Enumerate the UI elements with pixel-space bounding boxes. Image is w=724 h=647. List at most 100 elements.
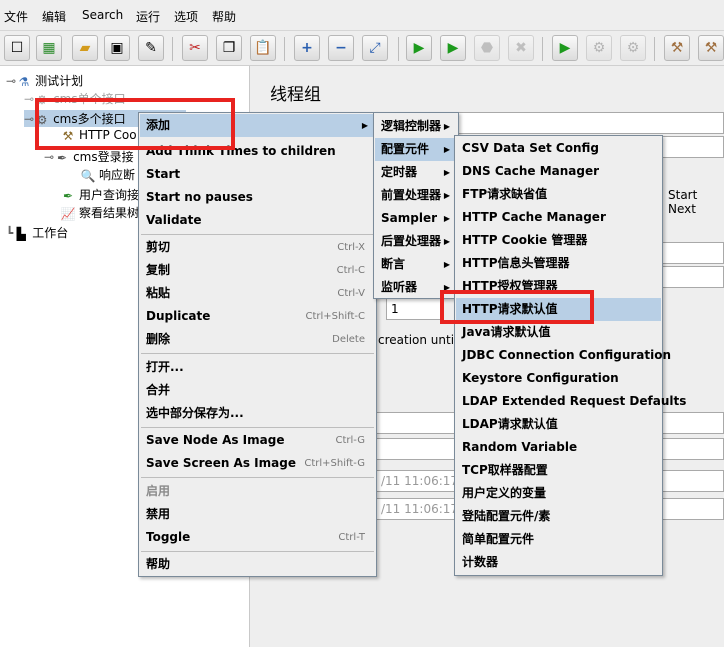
new-icon[interactable]: ☐ bbox=[4, 35, 30, 61]
menu-search[interactable]: Search bbox=[82, 8, 123, 22]
menu-item-delete[interactable]: 删除 Delete bbox=[140, 328, 375, 351]
config-item-dns-cache[interactable]: DNS Cache Manager bbox=[456, 160, 661, 183]
menu-item-help[interactable]: 帮助 bbox=[140, 553, 375, 576]
config-item-keystore[interactable]: Keystore Configuration bbox=[456, 367, 661, 390]
menu-item-start[interactable]: Start bbox=[140, 163, 375, 186]
save-icon[interactable]: ▣ bbox=[104, 35, 130, 61]
menu-item-start-no-pauses[interactable]: Start no pauses bbox=[140, 186, 375, 209]
config-item-login-config[interactable]: 登陆配置元件/素 bbox=[456, 505, 661, 528]
config-item-ldap-defaults[interactable]: LDAP请求默认值 bbox=[456, 413, 661, 436]
start-icon[interactable]: ▶ bbox=[406, 35, 432, 61]
submenu-item-logic-controller[interactable]: 逻辑控制器 ▶ bbox=[375, 115, 457, 138]
toolbar-separator bbox=[654, 37, 655, 61]
config-item-http-header[interactable]: HTTP信息头管理器 bbox=[456, 252, 661, 275]
tree-node-view-results[interactable]: 📈 察看结果树 bbox=[60, 204, 140, 221]
menu-item-save-node-image[interactable]: Save Node As Image Ctrl-G bbox=[140, 429, 375, 452]
workbench-icon: ▙ bbox=[16, 226, 26, 241]
submenu-item-sampler[interactable]: Sampler ▶ bbox=[375, 207, 457, 230]
edit-icon[interactable]: ✎ bbox=[138, 35, 164, 61]
tree-node-label: 工作台 bbox=[32, 226, 69, 240]
submenu-item-config-element[interactable]: 配置元件 ▶ bbox=[375, 138, 457, 161]
pipette-icon: ✒ bbox=[62, 188, 74, 203]
menu-separator bbox=[141, 477, 374, 478]
page-title: 线程组 bbox=[270, 85, 321, 105]
config-item-tcp-sampler-config[interactable]: TCP取样器配置 bbox=[456, 459, 661, 482]
shutdown-icon[interactable]: ✖ bbox=[508, 35, 534, 61]
pipette-icon: ✒ bbox=[57, 150, 68, 165]
remote-stop-icon[interactable]: ⚙ bbox=[586, 35, 612, 61]
config-item-java-defaults[interactable]: Java请求默认值 bbox=[456, 321, 661, 344]
menu-item-merge[interactable]: 合并 bbox=[140, 379, 375, 402]
templates-icon[interactable]: ▦ bbox=[36, 35, 62, 61]
tree-node-workbench[interactable]: ┗ ▙ 工作台 bbox=[6, 224, 68, 241]
config-item-jdbc[interactable]: JDBC Connection Configuration bbox=[456, 344, 671, 367]
menu-separator bbox=[141, 551, 374, 552]
menu-item-toggle[interactable]: Toggle Ctrl-T bbox=[140, 526, 375, 549]
expand-icon[interactable]: + bbox=[294, 35, 320, 61]
chevron-right-icon: ▶ bbox=[443, 122, 450, 131]
menu-item-save-screen-image[interactable]: Save Screen As Image Ctrl+Shift-G bbox=[140, 452, 375, 475]
config-item-ftp-defaults[interactable]: FTP请求缺省值 bbox=[456, 183, 661, 206]
chevron-right-icon: ▶ bbox=[361, 121, 368, 130]
menu-bar: 文件 编辑 Search 运行 选项 帮助 bbox=[0, 0, 724, 30]
cut-icon[interactable]: ✂ bbox=[182, 35, 208, 61]
stop-icon[interactable]: ⬣ bbox=[474, 35, 500, 61]
menu-separator bbox=[141, 427, 374, 428]
submenu-item-preprocessor[interactable]: 前置处理器 ▶ bbox=[375, 184, 457, 207]
toggle-icon[interactable]: ⤢ bbox=[362, 35, 388, 61]
menu-item-cut[interactable]: 剪切 Ctrl-X bbox=[140, 236, 375, 259]
start-no-pause-icon[interactable]: ▶ bbox=[440, 35, 466, 61]
config-item-ldap-extended[interactable]: LDAP Extended Request Defaults bbox=[456, 390, 686, 413]
open-icon[interactable]: ▰ bbox=[72, 35, 98, 61]
chevron-right-icon: ▶ bbox=[443, 260, 450, 269]
menu-edit[interactable]: 编辑 bbox=[42, 8, 66, 25]
submenu-item-timer[interactable]: 定时器 ▶ bbox=[375, 161, 457, 184]
tree-node-label: 测试计划 bbox=[35, 74, 84, 88]
config-item-random-variable[interactable]: Random Variable bbox=[456, 436, 661, 459]
config-item-user-defined-vars[interactable]: 用户定义的变量 bbox=[456, 482, 661, 505]
chevron-right-icon: ▶ bbox=[443, 168, 450, 177]
menu-item-disable[interactable]: 禁用 bbox=[140, 503, 375, 526]
chevron-right-icon: ▶ bbox=[443, 191, 450, 200]
submenu-item-assertion[interactable]: 断言 ▶ bbox=[375, 253, 457, 276]
menu-item-copy[interactable]: 复制 Ctrl-C bbox=[140, 259, 375, 282]
config-item-counter[interactable]: 计数器 bbox=[456, 551, 661, 574]
tree-node-cms-login[interactable]: ⊸ ✒ cms登录接 bbox=[44, 148, 134, 165]
add-submenu: 逻辑控制器 ▶ 配置元件 ▶ 定时器 ▶ 前置处理器 ▶ Sampler ▶ 后置处理器 ▶… bbox=[373, 112, 459, 299]
config-item-simple-config[interactable]: 简单配置元件 bbox=[456, 528, 661, 551]
config-item-http-cache[interactable]: HTTP Cache Manager bbox=[456, 206, 661, 229]
menu-file[interactable]: 文件 bbox=[4, 8, 28, 25]
remote-start-icon[interactable]: ▶ bbox=[552, 35, 578, 61]
tree-node-test-plan[interactable]: ⊸ ⚗ 测试计划 bbox=[6, 72, 83, 89]
menu-item-enable: 启用 bbox=[146, 484, 171, 498]
menu-separator bbox=[141, 234, 374, 235]
menu-separator bbox=[141, 353, 374, 354]
menu-item-duplicate[interactable]: Duplicate Ctrl+Shift-C bbox=[140, 305, 375, 328]
tree-node-user-query[interactable]: ✒ 用户查询接 bbox=[60, 186, 139, 203]
tree-node-response-assert[interactable]: 🔍 响应断 bbox=[80, 166, 136, 183]
config-item-csv-data-set[interactable]: CSV Data Set Config bbox=[456, 137, 661, 160]
menu-item-paste[interactable]: 粘贴 Ctrl-V bbox=[140, 282, 375, 305]
copy-icon[interactable]: ❐ bbox=[216, 35, 242, 61]
tree-node-label: cms登录接 bbox=[73, 150, 134, 164]
paste-icon[interactable]: 📋 bbox=[250, 35, 276, 61]
menu-help[interactable]: 帮助 bbox=[212, 8, 236, 25]
clear-icon[interactable]: ⚒ bbox=[664, 35, 690, 61]
menu-item-validate[interactable]: Validate bbox=[140, 209, 375, 232]
collapse-icon[interactable]: − bbox=[328, 35, 354, 61]
menu-item-save-selection[interactable]: 选中部分保存为... bbox=[140, 402, 375, 425]
start-next-radio[interactable]: Start Next bbox=[668, 188, 724, 216]
flask-icon: ⚗ bbox=[18, 74, 30, 89]
tree-node-label: 用户查询接 bbox=[79, 188, 140, 202]
loop-count-field[interactable]: 1 bbox=[386, 298, 442, 320]
chevron-right-icon: ▶ bbox=[443, 145, 450, 154]
menu-options[interactable]: 选项 bbox=[174, 8, 198, 25]
toolbar-separator bbox=[542, 37, 543, 61]
chart-icon: 📈 bbox=[60, 206, 76, 221]
menu-item-open[interactable]: 打开... bbox=[140, 356, 375, 379]
submenu-item-postprocessor[interactable]: 后置处理器 ▶ bbox=[375, 230, 457, 253]
remote-shutdown-icon[interactable]: ⚙ bbox=[620, 35, 646, 61]
config-item-http-cookie[interactable]: HTTP Cookie 管理器 bbox=[456, 229, 661, 252]
clear-all-icon[interactable]: ⚒ bbox=[698, 35, 724, 61]
menu-run[interactable]: 运行 bbox=[136, 8, 160, 25]
